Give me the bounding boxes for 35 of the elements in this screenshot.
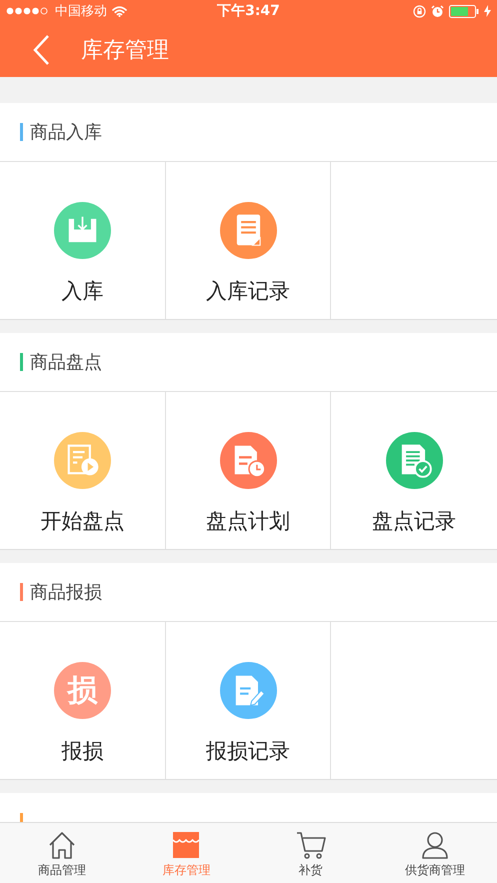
rotation-lock-icon (413, 4, 426, 18)
carrier-name: 中国移动 (55, 3, 107, 20)
page-title: 库存管理 (81, 36, 169, 64)
tile-label: 入库 (62, 278, 104, 305)
signal-icon (6, 7, 50, 15)
charging-icon (484, 5, 491, 17)
clock-time: 下午3:47 (217, 2, 280, 20)
tile-label: 报损 (62, 738, 104, 765)
tile-label: 开始盘点 (40, 508, 124, 535)
store-icon (171, 830, 202, 860)
menu-tile[interactable]: 盘点计划 (166, 392, 331, 549)
menu-tile[interactable]: 开始盘点 (0, 392, 166, 549)
house-icon (47, 830, 78, 860)
menu-tile[interactable]: 入库记录 (166, 162, 331, 319)
tab[interactable]: 商品管理 (0, 823, 124, 883)
battery-icon (449, 4, 479, 18)
tile-label: 入库记录 (206, 278, 290, 305)
section-title: 商品入库 (30, 121, 102, 144)
menu-tile[interactable]: 入库 (0, 162, 166, 319)
wifi-icon (112, 6, 127, 16)
person-icon (420, 830, 450, 860)
back-icon[interactable] (33, 34, 49, 64)
tile-label: 盘点记录 (372, 508, 456, 535)
tab[interactable]: 补货 (248, 823, 373, 883)
cart-icon (296, 830, 326, 860)
tile-label: 盘点计划 (206, 508, 290, 535)
tile-label: 报损记录 (206, 738, 290, 765)
section-title: 商品报损 (30, 581, 102, 604)
menu-tile[interactable]: 报损记录 (166, 622, 331, 779)
section-title: 商品盘点 (30, 351, 102, 374)
menu-tile[interactable]: 损 报损 (0, 622, 166, 779)
alarm-icon (431, 4, 444, 18)
glyph-icon: 损 (54, 662, 111, 719)
tab[interactable]: 供货商管理 (372, 823, 497, 883)
menu-tile[interactable]: 盘点记录 (331, 392, 497, 549)
